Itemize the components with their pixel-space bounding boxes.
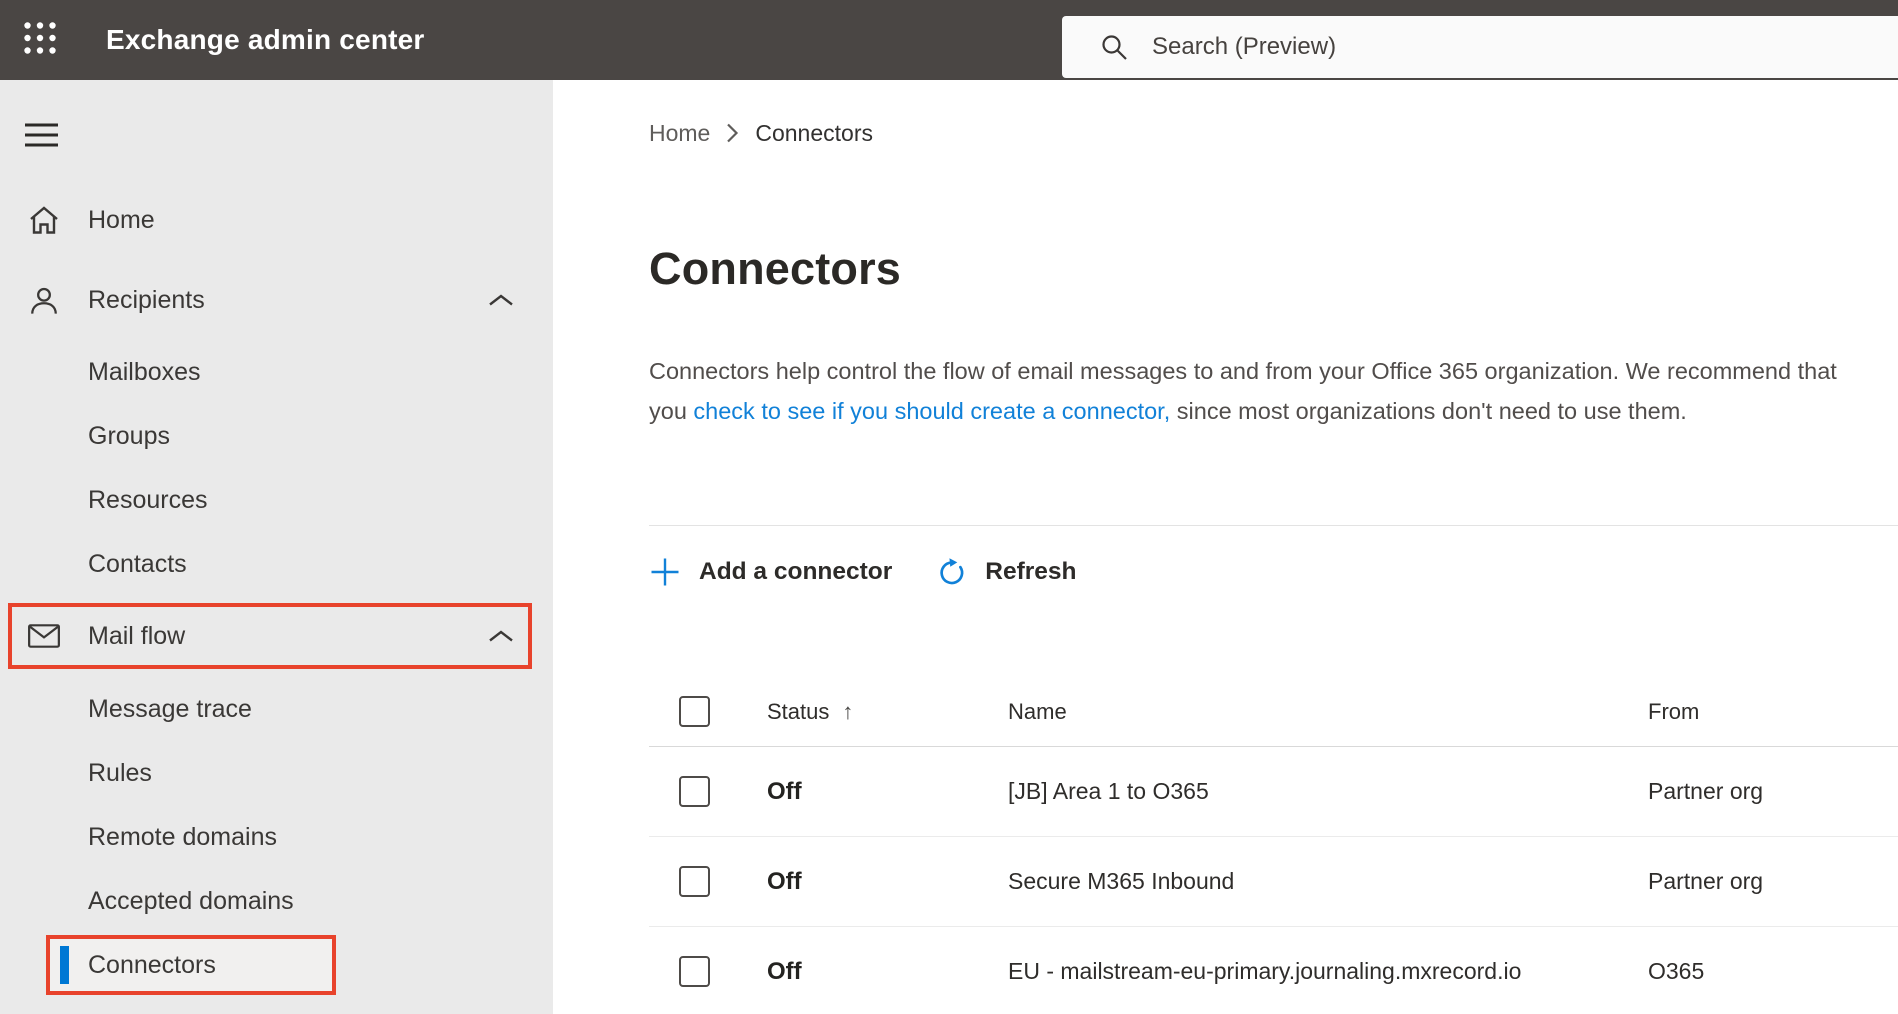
sidebar-item-label: Mail flow (88, 621, 186, 650)
cell-from: Partner org (1648, 778, 1764, 804)
app-title: Exchange admin center (106, 24, 425, 55)
main-content: Home Connectors Connectors Connectors he… (553, 80, 1898, 1014)
app-launcher-button[interactable] (0, 0, 80, 80)
breadcrumb: Home Connectors (649, 117, 1898, 149)
search-input[interactable] (1152, 33, 1898, 61)
cell-status: Off (767, 957, 802, 985)
person-icon (27, 284, 61, 316)
sidebar-item-label: Recipients (88, 285, 205, 314)
sidebar-item-label: Rules (88, 758, 152, 787)
sidebar-item-label: Home (88, 205, 155, 234)
sidebar-item-remote-domains[interactable]: Remote domains (0, 805, 553, 869)
breadcrumb-chevron-icon (726, 122, 739, 144)
sidebar-item-rules[interactable]: Rules (0, 741, 553, 805)
refresh-icon (936, 557, 967, 588)
toolbar: Add a connector Refresh (649, 547, 1898, 597)
page-description: Connectors help control the flow of emai… (649, 351, 1861, 431)
breadcrumb-current: Connectors (755, 119, 873, 146)
cell-name[interactable]: EU - mailstream-eu-primary.journaling.mx… (1008, 958, 1648, 985)
sidebar-item-home[interactable]: Home (0, 188, 553, 252)
selected-indicator (60, 946, 69, 984)
page-title: Connectors (649, 243, 902, 294)
create-connector-link[interactable]: check to see if you should create a conn… (693, 398, 1170, 424)
cell-status: Off (767, 777, 802, 805)
sidebar-item-label: Remote domains (88, 822, 277, 851)
add-icon (649, 556, 681, 588)
sidebar-nav: Home Recipients Mailboxes Groups Resourc… (0, 188, 553, 997)
sidebar-item-resources[interactable]: Resources (0, 468, 553, 532)
cell-from: O365 (1648, 958, 1705, 984)
sort-ascending-icon[interactable]: ↑ (842, 699, 853, 725)
column-header-name[interactable]: Name (1008, 699, 1648, 725)
sidebar-item-label: Mailboxes (88, 357, 201, 386)
sidebar-item-message-trace[interactable]: Message trace (0, 677, 553, 741)
toolbar-divider (649, 525, 1898, 526)
sidebar-item-contacts[interactable]: Contacts (0, 532, 553, 596)
sidebar-item-label: Accepted domains (88, 886, 294, 915)
sidebar-item-label: Resources (88, 485, 208, 514)
sidebar-item-mailboxes[interactable]: Mailboxes (0, 340, 553, 404)
hamburger-button[interactable] (24, 122, 68, 153)
breadcrumb-home[interactable]: Home (649, 120, 710, 147)
row-checkbox[interactable] (679, 956, 710, 987)
add-connector-label: Add a connector (699, 558, 893, 585)
table-row[interactable]: Off Secure M365 Inbound Partner org (649, 837, 1898, 927)
cell-status: Off (767, 867, 802, 895)
sidebar-item-mail-flow[interactable]: Mail flow (0, 603, 553, 669)
refresh-label: Refresh (985, 558, 1077, 585)
cell-name[interactable]: [JB] Area 1 to O365 (1008, 778, 1648, 805)
app-launcher-icon (22, 20, 58, 61)
sidebar-item-label: Contacts (88, 549, 187, 578)
description-text-after: since most organizations don't need to u… (1170, 398, 1687, 424)
row-checkbox[interactable] (679, 776, 710, 807)
hamburger-icon (24, 122, 64, 153)
sidebar-item-groups[interactable]: Groups (0, 404, 553, 468)
topbar: Exchange admin center (0, 0, 1898, 80)
home-icon (27, 205, 61, 235)
refresh-button[interactable]: Refresh (936, 557, 1077, 588)
row-checkbox[interactable] (679, 866, 710, 897)
add-connector-button[interactable]: Add a connector (649, 556, 892, 588)
table-row[interactable]: Off [JB] Area 1 to O365 Partner org (649, 747, 1898, 837)
chevron-up-icon[interactable] (488, 293, 514, 307)
sidebar-item-connectors[interactable]: Connectors (0, 933, 553, 997)
sidebar: Home Recipients Mailboxes Groups Resourc… (0, 80, 553, 1014)
sidebar-item-label: Connectors (88, 950, 216, 979)
sidebar-item-recipients[interactable]: Recipients (0, 268, 553, 332)
table-header-row: Status ↑ Name From (649, 677, 1898, 747)
connectors-table: Status ↑ Name From Off [JB] Area 1 to O3… (649, 677, 1898, 1014)
sidebar-item-label: Message trace (88, 694, 252, 723)
column-header-from[interactable]: From (1648, 699, 1898, 725)
annotation-box-mail-flow (8, 603, 532, 669)
sidebar-item-label: Groups (88, 421, 170, 450)
chevron-up-icon[interactable] (488, 629, 514, 643)
cell-name[interactable]: Secure M365 Inbound (1008, 868, 1648, 895)
search-box[interactable] (1062, 16, 1898, 78)
search-icon (1100, 33, 1128, 61)
table-row[interactable]: Off EU - mailstream-eu-primary.journalin… (649, 927, 1898, 1014)
mail-icon (27, 623, 61, 649)
cell-from: Partner org (1648, 868, 1764, 894)
column-header-status[interactable]: Status (767, 699, 829, 725)
select-all-checkbox[interactable] (679, 696, 710, 727)
sidebar-item-accepted-domains[interactable]: Accepted domains (0, 869, 553, 933)
